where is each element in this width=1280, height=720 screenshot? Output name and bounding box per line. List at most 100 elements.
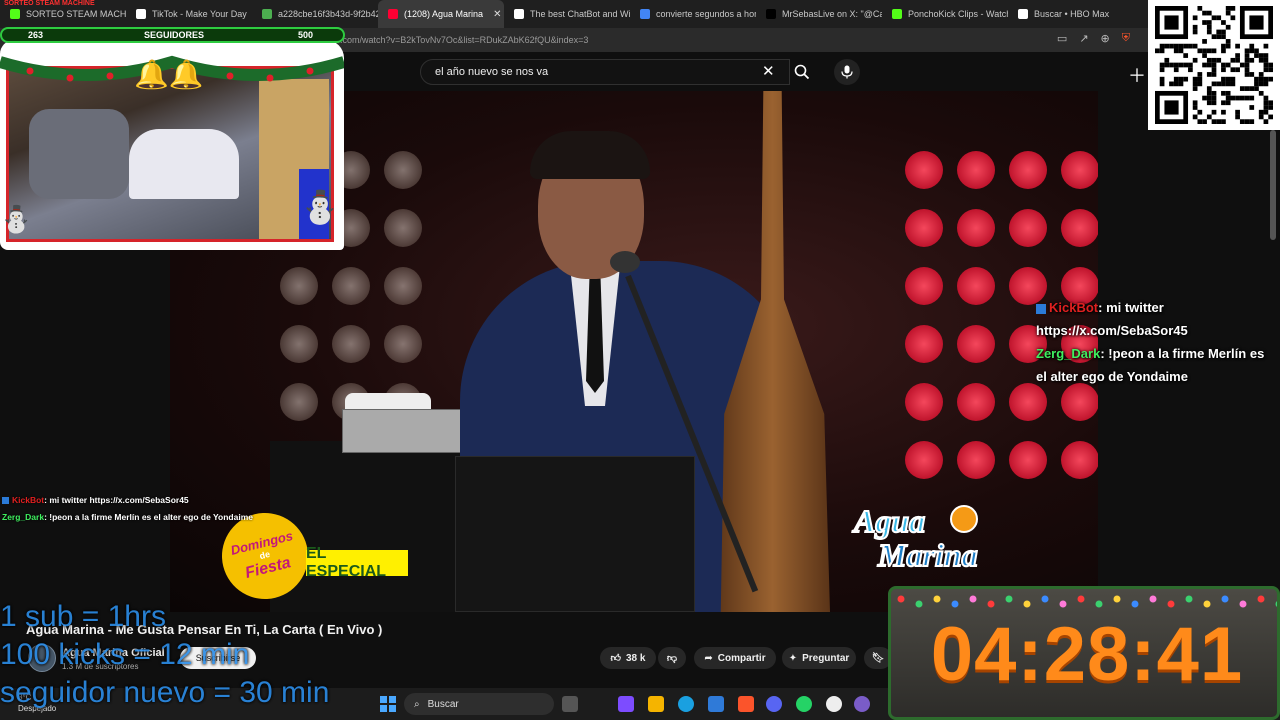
stage-light [905,441,943,479]
christmas-light-bulb [1005,595,1013,603]
search-query: el año nuevo se nos va [435,66,549,78]
bed-pillow [129,129,239,199]
search-input[interactable]: el año nuevo se nos va [420,59,790,85]
close-tab-icon[interactable]: ✕ [493,9,501,20]
christmas-light-bulb [1257,595,1265,603]
rule-line: 1 sub = 1hrs [0,600,166,633]
qr-module [1263,81,1269,87]
search-button[interactable] [788,59,816,85]
qr-module [1202,20,1207,25]
qr-module [1221,90,1226,96]
ask-button[interactable]: ✦ Preguntar [782,647,856,669]
chat-username: Zerg_Dark [1036,346,1101,361]
qr-module [1197,48,1203,54]
copilot-icon[interactable] [618,696,634,712]
follower-label: SEGUIDORES [144,30,205,40]
page-scrollbar[interactable] [1270,130,1276,240]
share-button[interactable]: ➦ Compartir [694,647,776,669]
qr-module [1235,114,1240,120]
qr-module [1249,105,1255,110]
qr-module [1244,72,1250,77]
browser-tab[interactable]: Buscar • HBO Max [1008,0,1119,28]
brave-shield-icon[interactable]: ⛨ [1122,32,1130,45]
edge-icon[interactable] [678,696,694,712]
qr-module [1239,95,1245,101]
bookmark-icon: 🔖︎ [871,652,885,664]
zoom-icon[interactable]: ⊕ [1101,32,1110,45]
browser-tab[interactable]: MrSebasLive on X: "@Cara [756,0,882,28]
like-count: 38 k [625,652,646,664]
browser-tab[interactable]: PonchoKick Clips - Watch [882,0,1008,28]
url-text[interactable]: youtube.com/watch?v=B2kTovNv7Oc&list=RDu… [308,35,588,45]
taskbar-search[interactable]: ⌕ Buscar [404,693,554,715]
qr-module [1206,100,1212,106]
browser-tab[interactable]: convierte segundos a hora [630,0,756,28]
qr-module [1164,62,1170,68]
qr-module [1159,67,1165,73]
qr-module [1268,76,1273,82]
task-view-icon[interactable] [562,696,578,712]
qr-module [1221,48,1226,54]
qr-module [1249,86,1255,91]
browser-tab[interactable]: (1208) Agua Marina ✕ [378,0,504,28]
qr-module [1173,62,1179,68]
whatsapp-icon[interactable] [796,696,812,712]
tab-favicon-icon [1018,9,1028,19]
voice-search-button[interactable] [834,59,860,85]
qr-module [1263,100,1269,106]
follower-goal: 500 [298,30,314,40]
browser-tab[interactable]: TikTok - Make Your Day [126,0,252,28]
youtube-header: el año nuevo se nos va ✕ ＋ [340,52,1280,90]
qr-module [1249,48,1255,54]
qr-module [1244,95,1250,101]
qr-module [1230,6,1236,11]
qr-module [1230,67,1236,73]
stage-light [905,267,943,305]
tab-favicon-icon [388,9,398,19]
browser-tab[interactable]: The best ChatBot and Wid [504,0,630,28]
obs-icon[interactable] [826,696,842,712]
qr-module [1239,119,1245,124]
qr-module [1197,119,1203,124]
qr-module [1244,53,1250,58]
like-button[interactable]: 👍︎ 38 k [600,647,656,669]
qr-module [1225,43,1231,49]
christmas-light-bulb [987,600,995,608]
qr-module [1263,53,1269,58]
tab-label: The best ChatBot and Wid [530,9,630,19]
qr-module [1244,67,1250,73]
search-icon: ⌕ [414,698,420,710]
stage-light [384,267,422,305]
qr-module [1263,43,1269,49]
qr-module [1221,67,1226,73]
christmas-light-bulb [1149,595,1157,603]
stage-light [957,441,995,479]
qr-module [1254,86,1259,91]
browser-tab[interactable]: a228cbe16f3b43d-9f2b42 [252,0,378,28]
windows-start-icon[interactable] [380,696,396,712]
create-plus-icon[interactable]: ＋ [1128,62,1146,88]
brave-icon[interactable] [738,696,754,712]
qr-module [1254,53,1259,58]
qr-module [1211,90,1217,96]
store-icon[interactable] [708,696,724,712]
stage-light [1061,383,1098,421]
stage-light [905,151,943,189]
discord-icon[interactable] [766,696,782,712]
dislike-button[interactable]: 👎︎ [658,647,686,669]
app-icon[interactable] [854,696,870,712]
clear-search-icon[interactable]: ✕ [762,62,775,80]
chat-overlay-small: KickBot: mi twitter https://x.com/SebaSo… [2,492,342,526]
file-explorer-icon[interactable] [648,696,664,712]
qr-module [1216,29,1222,35]
qr-module [1254,76,1259,82]
share-icon[interactable]: ↗ [1079,32,1088,45]
microphone [610,251,640,273]
tab-favicon-icon [262,9,272,19]
qr-code-pattern [1155,6,1273,124]
qr-module [1268,114,1273,120]
cast-icon[interactable]: ▭ [1057,32,1067,45]
qr-module [1235,53,1240,58]
qr-module [1216,119,1222,124]
stage-light [280,267,318,305]
